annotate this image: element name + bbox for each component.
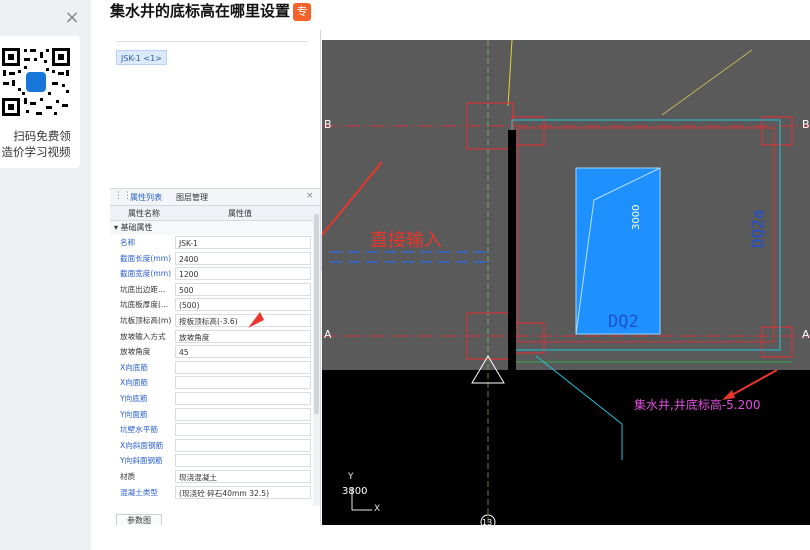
parameter-diagram-button[interactable]: 参数图 <box>116 514 162 525</box>
close-icon[interactable]: × <box>62 8 82 28</box>
property-name: Y向面筋 <box>120 409 148 419</box>
property-name: 材质 <box>120 471 136 481</box>
sump-pit-fill <box>575 167 661 335</box>
panel-tab-bar: ⋮⋮ 属性列表 图层管理 × <box>110 188 320 206</box>
section-label: 基础属性 <box>120 223 153 232</box>
search-input[interactable] <box>116 32 308 42</box>
table-row[interactable]: 截面宽度(mm) 1200 <box>110 266 313 282</box>
table-row[interactable]: 坑底出边距... 500 <box>110 282 313 298</box>
property-value-field[interactable]: 1200 <box>175 267 311 281</box>
property-value-field[interactable] <box>175 360 311 374</box>
property-name: 混凝土类型 <box>120 487 158 497</box>
property-name: Y向斜面钢筋 <box>120 456 163 466</box>
wall-label-dq2a: DQ2a <box>748 209 767 248</box>
tab-layer-management[interactable]: 图层管理 <box>176 192 208 203</box>
property-value-field[interactable]: 500 <box>175 282 311 296</box>
tab-property-list[interactable]: 属性列表 <box>130 192 162 203</box>
property-name: 截面宽度(mm) <box>120 269 172 279</box>
panel-close-icon[interactable]: × <box>306 191 314 201</box>
table-row[interactable]: 截面长度(mm) 2400 <box>110 251 313 267</box>
annotation-direct-input: 直接输入 <box>370 230 442 251</box>
property-value-field[interactable]: (现浇砼 碎石40mm 32.5) <box>175 485 311 499</box>
table-row[interactable]: Y向斜面钢筋 <box>110 453 313 469</box>
property-value-field[interactable] <box>175 438 311 452</box>
sump-bottom-elevation-note: 集水井,井底标高-5.200 <box>634 398 761 412</box>
property-value-field[interactable] <box>175 376 311 390</box>
property-table: 属性名称 属性值 ▾ 基础属性 名称 JSK-1 截面长度(mm) 2400 截面宽度(… <box>110 206 313 500</box>
property-name: 坑板顶标高(m) <box>120 315 172 325</box>
property-name: X向斜面钢筋 <box>120 440 164 450</box>
column-header-name: 属性名称 <box>128 209 160 218</box>
property-name: 放坡角度 <box>120 347 151 357</box>
property-value-field[interactable] <box>175 423 311 437</box>
properties-side-panel: JSK-1 <1> ⋮⋮ 属性列表 图层管理 × 属性名称 属性值 ▾ 基础属性… <box>110 30 321 525</box>
table-row[interactable]: X向斜面钢筋 <box>110 438 313 454</box>
table-row[interactable]: Y向底筋 <box>110 391 313 407</box>
property-value-field[interactable]: 放坡角度 <box>175 329 311 343</box>
scrollbar-thumb[interactable] <box>314 214 319 414</box>
table-row[interactable]: Y向面筋 <box>110 407 313 423</box>
property-value-field[interactable]: 按板顶标高(-3.6) <box>175 313 311 327</box>
property-value-field[interactable] <box>175 391 311 405</box>
axis-label-b-right: B <box>802 118 810 131</box>
arrow-head-icon <box>248 312 264 328</box>
property-name: 坑底板厚度(... <box>120 300 169 310</box>
table-row[interactable]: 混凝土类型 (现浇砼 碎石40mm 32.5) <box>110 485 313 501</box>
axis-label-a-right: A <box>802 328 810 341</box>
promo-text-line-2: 造价学习视频 <box>1 145 71 159</box>
wall-label-dq2: DQ2 <box>608 312 639 332</box>
table-row[interactable]: 坑壁水平筋 <box>110 422 313 438</box>
property-value-field[interactable]: 2400 <box>175 251 311 265</box>
table-header: 属性名称 属性值 <box>110 206 313 221</box>
table-row[interactable]: X向面筋 <box>110 375 313 391</box>
property-name: X向底筋 <box>120 362 148 372</box>
promo-sidebar: × 扫码免费领 造价学习视频 <box>0 0 90 550</box>
table-row[interactable]: 材质 现浇混凝土 <box>110 469 313 485</box>
property-value-field[interactable]: JSK-1 <box>175 236 311 249</box>
section-basic-properties[interactable]: ▾ 基础属性 <box>110 221 313 235</box>
question-title-text: 集水井的底标高在哪里设置 <box>110 2 291 20</box>
scrollbar[interactable] <box>313 206 320 506</box>
property-rows: 名称 JSK-1 截面长度(mm) 2400 截面宽度(mm) 1200 坑底出边距... 5… <box>110 235 313 500</box>
software-screenshot: JSK-1 <1> ⋮⋮ 属性列表 图层管理 × 属性名称 属性值 ▾ 基础属性… <box>110 30 810 525</box>
dimension-3000: 3000 <box>631 204 642 230</box>
property-name: 放坡输入方式 <box>120 331 166 341</box>
qr-code-icon <box>0 46 72 118</box>
cad-grey-area <box>322 40 810 370</box>
axis-label-a: A <box>324 328 332 341</box>
property-name: 名称 <box>120 238 136 247</box>
black-wall <box>508 130 516 370</box>
component-tree-item[interactable]: JSK-1 <1> <box>116 50 167 65</box>
property-value-field[interactable]: (500) <box>175 298 311 312</box>
ucs-y-label: Y <box>348 472 354 482</box>
property-value-field[interactable]: 45 <box>175 345 311 359</box>
property-value-field[interactable]: 现浇混凝土 <box>175 469 311 483</box>
cad-canvas <box>322 40 810 525</box>
axis-label-b: B <box>324 118 332 131</box>
table-row[interactable]: X向底筋 <box>110 360 313 376</box>
property-name: X向面筋 <box>120 378 148 388</box>
cad-drawing-view[interactable]: 直接输入 B B A A 3000 DQ2 DQ2a 集水井,井底标高-5.20… <box>322 40 810 525</box>
property-name: Y向底筋 <box>120 393 148 403</box>
question-title: 集水井的底标高在哪里设置专 <box>110 0 312 22</box>
property-value-field[interactable] <box>175 454 311 468</box>
coordinate-readout: 3800 <box>342 486 368 497</box>
expert-badge: 专 <box>293 3 312 21</box>
table-row[interactable]: 名称 JSK-1 <box>110 235 313 251</box>
property-name: 截面长度(mm) <box>120 253 172 263</box>
axis-label-13: 13 <box>482 518 493 525</box>
column-header-value: 属性值 <box>228 209 252 218</box>
promo-text-line-1: 扫码免费领 <box>13 129 71 143</box>
table-row[interactable]: 放坡角度 45 <box>110 344 313 360</box>
property-value-field[interactable] <box>175 407 311 421</box>
property-name: 坑底出边距... <box>120 284 166 294</box>
property-name: 坑壁水平筋 <box>120 425 158 435</box>
qr-promo-card[interactable]: 扫码免费领 造价学习视频 <box>0 36 80 168</box>
ucs-x-label: X <box>374 504 381 514</box>
